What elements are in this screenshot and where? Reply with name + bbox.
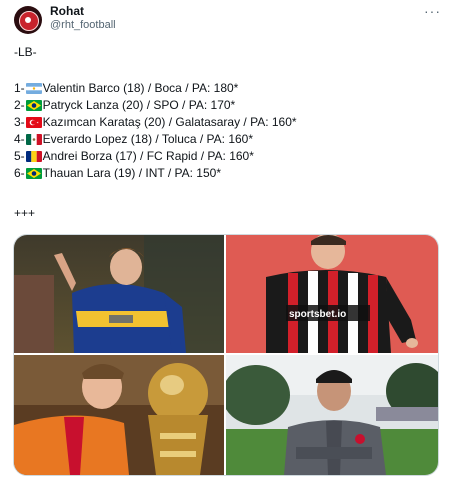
tweet-footer: +++	[14, 206, 36, 220]
photo-karatas[interactable]	[14, 355, 224, 475]
tweet-header: -LB-	[14, 45, 37, 59]
brazil-flag-icon	[25, 167, 42, 179]
romania-flag-icon	[25, 150, 42, 162]
photo-grid: sportsbet.io	[13, 234, 439, 476]
photo-lopez[interactable]	[226, 355, 438, 475]
player-line-4: 4- Everardo Lopez (18) / Toluca / PA: 16…	[14, 132, 254, 146]
sponsor-text: sportsbet.io	[289, 309, 346, 320]
turkey-flag-icon	[25, 116, 42, 128]
author-name[interactable]: Rohat	[50, 4, 84, 18]
player-line-1: 1- Valentin Barco (18) / Boca / PA: 180*	[14, 81, 239, 95]
avatar[interactable]	[14, 6, 42, 34]
player-line-2: 2- Patryck Lanza (20) / SPO / PA: 170*	[14, 98, 236, 112]
more-options-icon[interactable]: ···	[424, 3, 441, 19]
player-line-5: 5- Andrei Borza (17) / FC Rapid / PA: 16…	[14, 149, 254, 163]
author-handle[interactable]: @rht_football	[50, 19, 116, 31]
player-line-6: 6- Thauan Lara (19) / INT / PA: 150*	[14, 166, 221, 180]
photo-barco[interactable]	[14, 235, 224, 353]
brazil-flag-icon	[25, 99, 42, 111]
player-line-3: 3- Kazımcan Karataş (20) / Galatasaray /…	[14, 115, 297, 129]
photo-lanza[interactable]: sportsbet.io	[226, 235, 438, 353]
argentina-flag-icon	[25, 82, 42, 94]
mexico-flag-icon	[25, 133, 42, 145]
tweet-card[interactable]: Rohat @rht_football ··· -LB- 1- Valentin…	[0, 0, 453, 486]
